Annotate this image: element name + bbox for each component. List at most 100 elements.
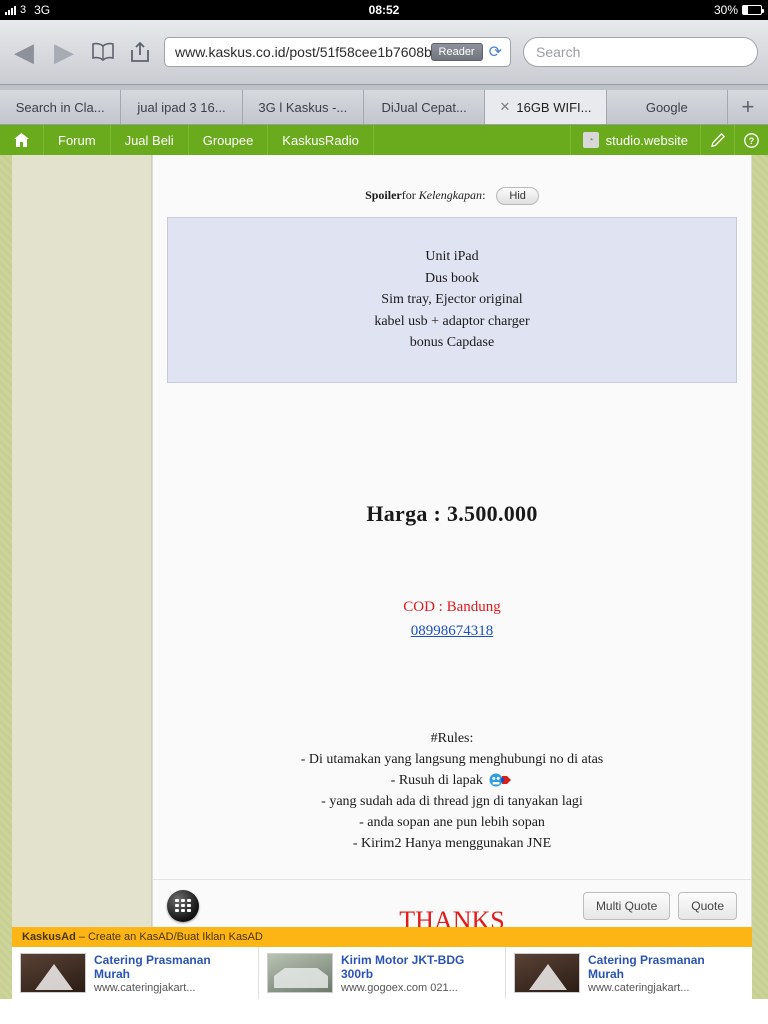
post-footer: Multi Quote Quote	[153, 879, 751, 931]
username-label: studio.website	[605, 132, 688, 148]
left-sidebar	[12, 155, 152, 999]
rule-text: - Rusuh di lapak	[390, 772, 483, 788]
spoiler-title: Kelengkapan	[418, 187, 483, 202]
back-arrow-icon[interactable]: ◀	[10, 39, 38, 65]
blackberry-grid	[175, 899, 191, 912]
address-bar[interactable]: www.kaskus.co.id/post/51f58cee1b7608b5( …	[164, 37, 511, 67]
forum-post: Spoilerfor Kelengkapan: Hid Unit iPad Du…	[153, 155, 751, 936]
ad-text: Catering Prasmanan Murah www.cateringjak…	[588, 953, 744, 994]
sidebar-item-groupee[interactable]: Groupee	[189, 125, 269, 155]
spoiler-line: kabel usb + adaptor charger	[374, 313, 530, 329]
battery-icon	[742, 5, 764, 15]
spoiler-line: bonus Capdase	[409, 335, 495, 350]
ad-url: www.cateringjakart...	[588, 982, 690, 994]
ad-title[interactable]: Catering Prasmanan Murah	[94, 953, 250, 981]
ad-brand-label: KaskusAd	[22, 931, 76, 943]
ad-text: Kirim Motor JKT-BDG 300rb www.gogoex.com…	[341, 953, 497, 994]
cod-label: COD : Bandung	[403, 598, 501, 615]
home-icon[interactable]	[0, 125, 44, 155]
tab-label: Google	[645, 99, 688, 115]
ad-title[interactable]: Kirim Motor JKT-BDG 300rb	[341, 953, 497, 981]
rule-item-with-emoticon: - Rusuh di lapak	[153, 770, 751, 791]
tab-label: jual ipad 3 16...	[137, 99, 226, 115]
search-placeholder: Search	[536, 44, 581, 60]
rules-title: #Rules:	[430, 730, 474, 746]
ios-status-bar: 3 3G 08:52 30%	[0, 0, 768, 20]
ad-header-text: – Create an KasAD/Buat Iklan KasAD	[78, 931, 263, 943]
ad-strip: KaskusAd – Create an KasAD/Buat Iklan Ka…	[12, 927, 752, 999]
url-text: www.kaskus.co.id/post/51f58cee1b7608b5(	[175, 44, 431, 60]
ad-text: Catering Prasmanan Murah www.cateringjak…	[94, 953, 250, 994]
site-nav-bar: Forum Jual Beli Groupee KaskusRadio ◔ st…	[0, 125, 768, 155]
spoiler-toggle-button[interactable]: Hid	[496, 187, 539, 205]
rule-item: - anda sopan ane pun lebih sopan	[359, 814, 545, 830]
reload-icon[interactable]: ⟳	[489, 42, 506, 62]
ad-item[interactable]: Catering Prasmanan Murah www.cateringjak…	[506, 947, 752, 999]
sidebar-item-forum[interactable]: Forum	[44, 125, 111, 155]
user-menu[interactable]: ◔ studio.website	[569, 125, 700, 155]
spoiler-for-label: for	[401, 187, 419, 202]
post-actions: Multi Quote Quote	[582, 891, 737, 920]
new-tab-button[interactable]: +	[727, 90, 768, 124]
share-icon[interactable]	[128, 41, 152, 63]
spoiler-line: Sim tray, Ejector original	[381, 292, 523, 307]
post-content-area: Spoilerfor Kelengkapan: Hid Unit iPad Du…	[152, 155, 752, 999]
browser-tab[interactable]: DiJual Cepat...	[363, 90, 486, 124]
reader-button[interactable]: Reader	[430, 43, 483, 61]
ad-url: www.gogoex.com 021...	[341, 982, 458, 994]
avatar-icon: ◔	[582, 132, 599, 148]
spoiler-header: Spoilerfor Kelengkapan: Hid	[153, 155, 751, 205]
nav-label: Jual Beli	[124, 132, 174, 148]
sidebar-item-jual-beli[interactable]: Jual Beli	[111, 125, 189, 155]
phone-link[interactable]: 08998674318	[411, 623, 494, 639]
ad-thumbnail	[514, 953, 580, 993]
ad-url: www.cateringjakart...	[94, 982, 196, 994]
tab-label: Search in Cla...	[15, 99, 105, 115]
spoiler-colon: :	[482, 187, 486, 202]
rule-item: - Kirim2 Hanya menggunakan JNE	[352, 835, 552, 851]
blackberry-icon	[167, 889, 199, 922]
ad-thumbnail	[267, 953, 333, 993]
browser-tab[interactable]: 3G l Kaskus -...	[242, 90, 364, 124]
pencil-icon[interactable]	[700, 125, 734, 155]
browser-tab[interactable]: jual ipad 3 16...	[121, 90, 243, 124]
browser-tab[interactable]: Search in Cla...	[0, 90, 122, 124]
ad-item[interactable]: Catering Prasmanan Murah www.cateringjak…	[12, 947, 259, 999]
svg-text:?: ?	[749, 136, 755, 146]
tab-label: DiJual Cepat...	[381, 99, 467, 115]
close-icon[interactable]: ✕	[499, 99, 510, 115]
multi-quote-button[interactable]: Multi Quote	[582, 891, 671, 920]
browser-tab[interactable]: Google	[606, 90, 728, 124]
rules-section: #Rules: - Di utamakan yang langsung meng…	[153, 728, 751, 854]
sidebar-item-kaskusradio[interactable]: KaskusRadio	[268, 125, 374, 155]
nav-label: KaskusRadio	[282, 132, 359, 148]
spoiler-line: Unit iPad	[425, 249, 479, 264]
tab-label: 3G l Kaskus -...	[258, 99, 348, 115]
browser-toolbar: ◀ ▶ www.kaskus.co.id/post/51f58cee1b7608…	[0, 20, 768, 85]
help-icon[interactable]: ?	[734, 125, 768, 155]
tab-bar: Search in Cla... jual ipad 3 16... 3G l …	[0, 85, 768, 125]
nav-label: Groupee	[202, 132, 254, 148]
search-field[interactable]: Search	[523, 37, 758, 67]
ad-thumbnail	[20, 953, 86, 993]
book-icon[interactable]	[90, 42, 116, 62]
ad-item[interactable]: Kirim Motor JKT-BDG 300rb www.gogoex.com…	[259, 947, 506, 999]
page-background: Spoilerfor Kelengkapan: Hid Unit iPad Du…	[0, 155, 768, 999]
phone-number: 08998674318	[153, 622, 751, 640]
ad-header: KaskusAd – Create an KasAD/Buat Iklan Ka…	[12, 927, 752, 947]
price-label: Harga : 3.500.000	[366, 500, 538, 526]
ad-list: Catering Prasmanan Murah www.cateringjak…	[12, 947, 752, 999]
nav-label: Forum	[58, 132, 96, 148]
rusuh-smiley-icon	[489, 773, 513, 787]
spoiler-content: Unit iPad Dus book Sim tray, Ejector ori…	[167, 217, 737, 383]
spoiler-line: Dus book	[424, 270, 480, 286]
ad-title[interactable]: Catering Prasmanan Murah	[588, 953, 744, 981]
clock-label: 08:52	[368, 3, 400, 17]
rule-item: - Di utamakan yang langsung menghubungi …	[300, 751, 604, 767]
spoiler-label: Spoiler	[365, 187, 402, 202]
tab-label: 16GB WIFI...	[516, 99, 592, 115]
quote-button[interactable]: Quote	[678, 891, 737, 920]
browser-tab-active[interactable]: ✕ 16GB WIFI...	[485, 90, 607, 124]
forward-arrow-icon[interactable]: ▶	[50, 39, 78, 65]
